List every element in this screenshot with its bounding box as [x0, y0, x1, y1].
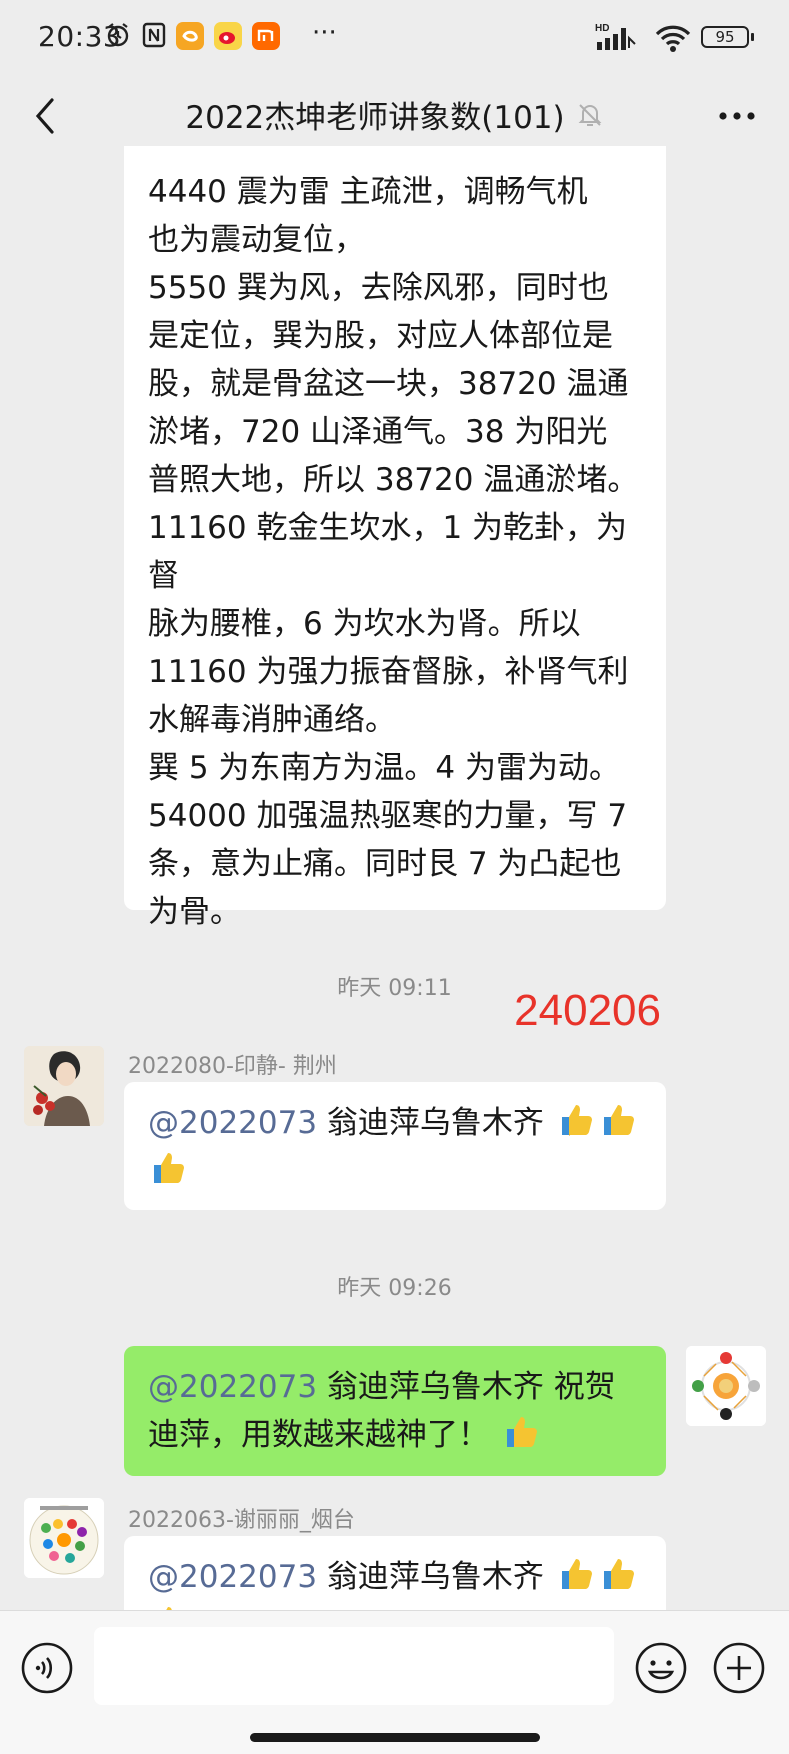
message-line: 股，就是骨盆这一块，38720 温通: [148, 366, 629, 402]
thumbs-up-icon: [506, 1417, 537, 1447]
avatar[interactable]: [24, 1498, 104, 1578]
mention-link[interactable]: @2022073: [148, 1105, 317, 1141]
sender-name: 2022080-印静- 荆州: [128, 1054, 337, 1079]
weibo-icon: [214, 22, 242, 50]
message-line: 巽 5 为东南方为温。4 为雷为动。: [148, 750, 621, 786]
mention-link[interactable]: @2022073: [148, 1559, 317, 1595]
emoji-icon[interactable]: [634, 1641, 688, 1695]
taobao-icon: [176, 22, 204, 50]
message-line: 淤堵，720 山泽通气。38 为阳光: [148, 414, 608, 450]
mi-icon: [252, 22, 280, 50]
thumbs-up-icon: [603, 1105, 634, 1135]
message-line: 11160 为强力振奋督脉，补肾气利: [148, 654, 629, 690]
more-dots-icon: ···: [312, 18, 337, 48]
plus-icon[interactable]: [712, 1641, 766, 1695]
message-text: 翁迪萍乌鲁木齐 祝贺: [317, 1369, 616, 1405]
message-bubble-own[interactable]: @2022073 翁迪萍乌鲁木齐 祝贺 迪萍，用数越来越神了！: [124, 1346, 666, 1476]
message-line: 为骨。: [148, 894, 241, 930]
status-bar: 20:33 ··· HD 95: [0, 0, 789, 76]
home-indicator[interactable]: [250, 1733, 540, 1742]
timestamp: 昨天 09:26: [337, 1276, 452, 1301]
red-annotation: 240206: [514, 986, 661, 1035]
message-line: 54000 加强温热驱寒的力量，写 7: [148, 798, 628, 834]
message-line: 是定位，巽为股，对应人体部位是: [148, 318, 613, 354]
message-line: 5550 巽为风，去除风邪，同时也: [148, 270, 609, 306]
message-bubble-second[interactable]: @2022073 翁迪萍乌鲁木齐: [124, 1082, 666, 1210]
message-text: 迪萍，用数越来越神了！: [148, 1417, 489, 1453]
chat-title: 2022杰坤老师讲象数(101): [185, 100, 565, 136]
message-line: 普照大地，所以 38720 温通淤堵。: [148, 462, 639, 498]
alarm-icon: [107, 23, 129, 47]
message-text: 翁迪萍乌鲁木齐: [317, 1559, 554, 1595]
message-input[interactable]: [94, 1627, 614, 1705]
sender-name: 2022063-谢丽丽_烟台: [128, 1508, 355, 1533]
back-icon[interactable]: [28, 94, 64, 138]
chat-header: 2022杰坤老师讲象数(101): [0, 76, 789, 156]
message-line: 4440 震为雷 主疏泄，调畅气机: [148, 174, 588, 210]
message-text: 翁迪萍乌鲁木齐: [317, 1105, 554, 1141]
message-line: 水解毒消肿通络。: [148, 702, 396, 738]
nfc-icon: [142, 22, 166, 48]
message-line: 条，意为止痛。同时艮 7 为凸起也: [148, 846, 622, 882]
wifi-icon: [655, 25, 691, 52]
mention-link[interactable]: @2022073: [148, 1369, 317, 1405]
thumbs-up-icon: [603, 1559, 634, 1589]
avatar[interactable]: [24, 1046, 104, 1126]
battery-icon: 95: [701, 20, 759, 56]
signal-icon: HD: [595, 23, 636, 50]
network-label: HD: [595, 23, 609, 34]
message-line: 也为震动复位，: [148, 222, 365, 258]
voice-icon[interactable]: [20, 1641, 74, 1695]
battery-level: 95: [701, 26, 749, 48]
thumbs-up-icon: [154, 1153, 184, 1183]
mute-bell-icon: [578, 103, 602, 126]
timestamp: 昨天 09:11: [337, 976, 452, 1001]
avatar[interactable]: [686, 1346, 766, 1426]
message-line: 脉为腰椎，6 为坎水为肾。所以: [148, 606, 581, 642]
message-bubble-first[interactable]: 4440 震为雷 主疏泄，调畅气机 也为震动复位， 5550 巽为风，去除风邪，同时…: [124, 146, 666, 930]
more-icon[interactable]: [715, 98, 759, 134]
message-line: 11160 乾金生坎水，1 为乾卦，为督: [148, 510, 628, 594]
thumbs-up-icon: [561, 1105, 592, 1136]
chat-title-container: 2022杰坤老师讲象数(101): [180, 92, 610, 137]
thumbs-up-icon: [561, 1559, 592, 1589]
